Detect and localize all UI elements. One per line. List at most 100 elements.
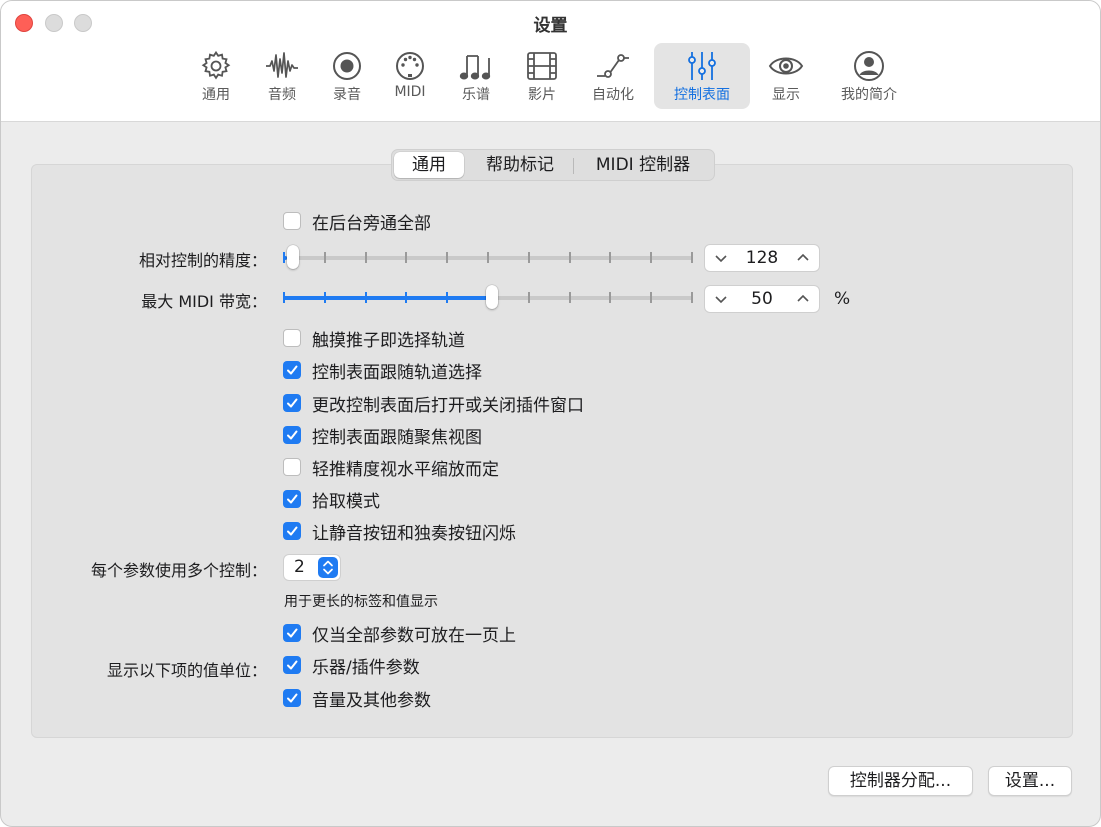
checkbox-row-nudge-zoom[interactable]: 轻推精度视水平缩放而定	[283, 456, 499, 480]
titlebar: 设置 通用 音频 录音 MIDI 乐谱 影片 自动化 控制表面 显示 我的简介	[1, 1, 1100, 122]
instrument-params-checkbox[interactable]	[283, 656, 301, 674]
max-midi-bandwidth-value[interactable]: 50	[735, 286, 789, 312]
relative-precision-slider[interactable]	[283, 245, 693, 269]
max-midi-bandwidth-slider[interactable]	[283, 285, 693, 309]
controller-assignments-button[interactable]: 控制器分配...	[828, 766, 973, 796]
toolbar-label-general: 通用	[202, 87, 230, 103]
checkbox-row-follow-focus[interactable]: 控制表面跟随聚焦视图	[283, 424, 482, 448]
tab-midi-controllers[interactable]: MIDI 控制器	[578, 152, 708, 178]
toolbar-item-general[interactable]: 通用	[187, 43, 245, 109]
nudge-zoom-checkbox[interactable]	[283, 458, 301, 476]
tab-general[interactable]: 通用	[394, 152, 464, 178]
toolbar-item-midi[interactable]: MIDI	[384, 43, 436, 109]
toolbar-label-score: 乐谱	[462, 87, 490, 103]
checkmark-icon	[287, 628, 298, 638]
checkbox-row-single-page[interactable]: 仅当全部参数可放在一页上	[283, 622, 516, 646]
toolbar-label-display: 显示	[772, 87, 800, 103]
checkmark-icon	[287, 494, 298, 504]
checkmark-icon	[287, 660, 298, 670]
blink-buttons-label: 让静音按钮和独奏按钮闪烁	[312, 523, 516, 544]
bypass-all-checkbox[interactable]	[283, 212, 301, 230]
waveform-icon	[266, 52, 298, 78]
toolbar-item-movie[interactable]: 影片	[516, 43, 568, 109]
plugin-window-checkbox[interactable]	[283, 394, 301, 412]
slider-tick	[446, 252, 449, 263]
tab-help-tags[interactable]: 帮助标记	[470, 152, 570, 178]
follow-focus-label: 控制表面跟随聚焦视图	[312, 427, 482, 448]
follow-focus-checkbox[interactable]	[283, 426, 301, 444]
slider-tick	[691, 252, 693, 263]
slider-tick	[527, 252, 530, 263]
toolbar-label-my-info: 我的简介	[841, 87, 897, 103]
multi-control-popup[interactable]: 2	[283, 554, 341, 581]
checkmark-icon	[287, 430, 298, 440]
volume-params-label: 音量及其他参数	[312, 690, 431, 711]
slider-tick	[283, 252, 285, 263]
pickup-mode-label: 拾取模式	[312, 491, 380, 512]
slider-tick	[691, 292, 693, 303]
setup-button[interactable]: 设置...	[988, 766, 1072, 796]
chevron-up-icon[interactable]	[795, 251, 811, 265]
multi-control-label: 每个参数使用多个控制：	[90, 561, 267, 580]
toolbar-item-record[interactable]: 录音	[321, 43, 373, 109]
plugin-window-label: 更改控制表面后打开或关闭插件窗口	[312, 395, 584, 416]
slider-tick	[568, 252, 571, 263]
follow-track-label: 控制表面跟随轨道选择	[312, 362, 482, 383]
slider-tick	[283, 292, 285, 303]
pickup-mode-checkbox[interactable]	[283, 490, 301, 508]
touch-fader-label: 触摸推子即选择轨道	[312, 330, 465, 351]
toolbar-label-audio: 音频	[268, 87, 296, 103]
slider-tick	[568, 292, 571, 303]
checkbox-row-pickup-mode[interactable]: 拾取模式	[283, 488, 380, 512]
checkbox-row-plugin-window[interactable]: 更改控制表面后打开或关闭插件窗口	[283, 392, 584, 416]
sliders-icon	[688, 52, 716, 80]
instrument-params-label: 乐器/插件参数	[312, 657, 420, 678]
toolbar-item-automation[interactable]: 自动化	[583, 43, 643, 109]
relative-precision-stepper[interactable]: 128	[704, 244, 820, 272]
popup-arrows[interactable]	[318, 557, 338, 578]
multi-control-note: 用于更长的标签和值显示	[284, 594, 438, 610]
bypass-all-label: 在后台旁通全部	[312, 213, 431, 234]
slider-tick	[323, 292, 326, 303]
checkbox-row-volume-params[interactable]: 音量及其他参数	[283, 687, 431, 711]
checkbox-row-instrument-params[interactable]: 乐器/插件参数	[283, 654, 420, 678]
slider-tick	[446, 292, 449, 303]
toolbar-item-audio[interactable]: 音频	[255, 43, 309, 109]
bypass-all-row[interactable]: 在后台旁通全部	[283, 210, 431, 234]
slider-thumb[interactable]	[287, 245, 299, 269]
slider-fill	[283, 296, 488, 300]
blink-buttons-checkbox[interactable]	[283, 522, 301, 540]
chevron-down-icon[interactable]	[713, 251, 729, 265]
checkbox-row-follow-track[interactable]: 控制表面跟随轨道选择	[283, 359, 482, 383]
touch-fader-checkbox[interactable]	[283, 329, 301, 347]
toolbar-label-midi: MIDI	[394, 84, 426, 100]
follow-track-checkbox[interactable]	[283, 361, 301, 379]
checkbox-row-touch-fader[interactable]: 触摸推子即选择轨道	[283, 327, 465, 351]
chevron-down-icon[interactable]	[713, 292, 729, 306]
slider-tick	[609, 292, 612, 303]
single-page-checkbox[interactable]	[283, 624, 301, 642]
checkmark-icon	[287, 526, 298, 536]
record-icon	[333, 52, 361, 80]
toolbar-item-control-surfaces[interactable]: 控制表面	[654, 43, 750, 109]
slider-tick	[487, 252, 489, 263]
value-units-label: 显示以下项的值单位：	[106, 661, 267, 680]
relative-precision-label: 相对控制的精度：	[138, 251, 267, 270]
chevron-up-icon[interactable]	[795, 292, 811, 306]
toolbar-label-record: 录音	[333, 87, 361, 103]
toolbar-label-movie: 影片	[528, 87, 556, 103]
max-midi-bandwidth-stepper[interactable]: 50	[704, 285, 820, 313]
nudge-zoom-label: 轻推精度视水平缩放而定	[312, 459, 499, 480]
checkbox-row-blink-buttons[interactable]: 让静音按钮和独奏按钮闪烁	[283, 520, 516, 544]
slider-tick	[527, 292, 530, 303]
toolbar-item-display[interactable]: 显示	[760, 43, 812, 109]
slider-thumb[interactable]	[486, 285, 498, 309]
tab-bar: 通用 帮助标记 MIDI 控制器	[391, 149, 715, 181]
slider-tick	[650, 252, 653, 263]
slider-tick	[650, 292, 653, 303]
toolbar-item-my-info[interactable]: 我的简介	[831, 43, 907, 109]
toolbar-item-score[interactable]: 乐谱	[450, 43, 502, 109]
volume-params-checkbox[interactable]	[283, 689, 301, 707]
relative-precision-value[interactable]: 128	[735, 245, 789, 271]
gear-icon	[201, 50, 231, 80]
